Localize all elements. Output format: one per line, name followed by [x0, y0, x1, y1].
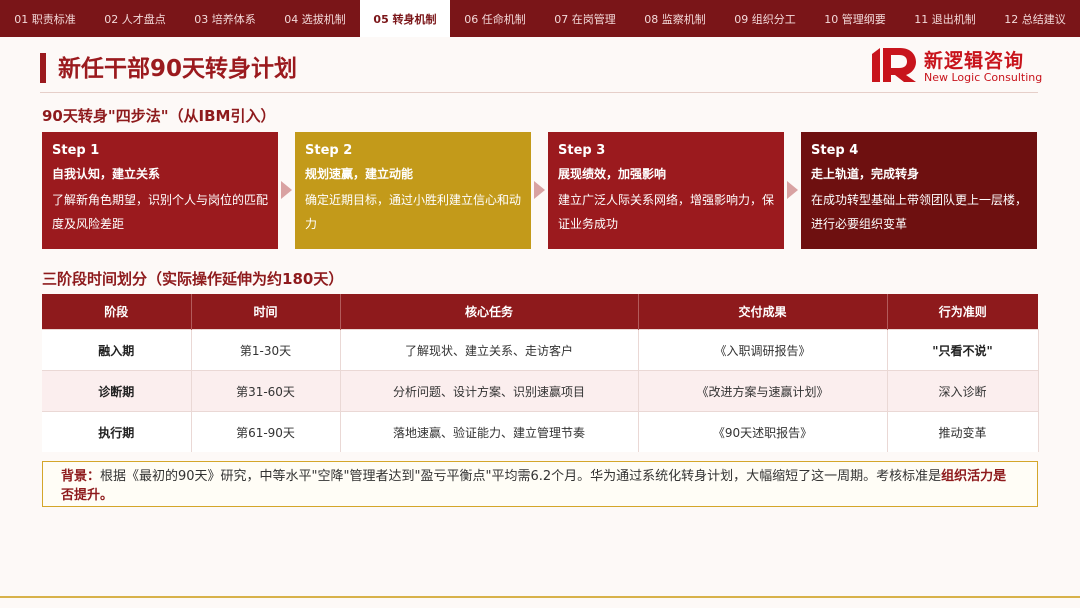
step-heading: 走上轨道，完成转身 [811, 167, 920, 181]
step-description: 确定近期目标，通过小胜利建立信心和动力 [305, 193, 522, 231]
table-cell: 融入期 [42, 329, 192, 371]
step-card-1: Step 1 自我认知，建立关系 了解新角色期望，识别个人与岗位的匹配度及风险差… [42, 132, 278, 249]
tab-summary[interactable]: 12 总结建议 [990, 0, 1080, 37]
tab-duty-standard[interactable]: 01 职责标准 [0, 0, 90, 37]
table-cell: 执行期 [42, 411, 192, 452]
table-row: 诊断期 第31-60天 分析问题、设计方案、识别速赢项目 《改进方案与速赢计划》… [42, 370, 1039, 412]
tab-talent-review[interactable]: 02 人才盘点 [90, 0, 180, 37]
column-header-core-task: 核心任务 [340, 294, 639, 330]
column-header-deliverable: 交付成果 [638, 294, 888, 330]
arrow-right-icon [534, 181, 545, 199]
company-logo: 新逻辑咨询 New Logic Consulting [870, 44, 1050, 90]
tab-supervision[interactable]: 08 监察机制 [630, 0, 720, 37]
tab-training-system[interactable]: 03 培养体系 [180, 0, 270, 37]
background-note: 背景：根据《最初的90天》研究，中等水平"空降"管理者达到"盈亏平衡点"平均需6… [42, 461, 1038, 507]
step-description: 了解新角色期望，识别个人与岗位的匹配度及风险差距 [52, 193, 269, 231]
step-number: Step 2 [305, 143, 353, 158]
note-lead: 背景： [61, 469, 101, 484]
logo-english-name: New Logic Consulting [924, 71, 1043, 84]
step-number: Step 1 [52, 143, 100, 158]
column-header-time: 时间 [191, 294, 341, 330]
arrow-right-icon [787, 181, 798, 199]
table-cell: "只看不说" [887, 329, 1039, 371]
step-card-3: Step 3 展现绩效，加强影响 建立广泛人际关系网络，增强影响力，保证业务成功 [548, 132, 784, 249]
tab-on-duty-management[interactable]: 07 在岗管理 [540, 0, 630, 37]
table-cell: 《入职调研报告》 [638, 329, 888, 371]
page-title: 新任干部90天转身计划 [58, 56, 298, 82]
phase-table: 阶段 时间 核心任务 交付成果 行为准则 融入期 第1-30天 了解现状、建立关… [42, 294, 1039, 452]
section-title-four-steps: 90天转身"四步法"（从IBM引入） [42, 107, 276, 125]
tab-exit[interactable]: 11 退出机制 [900, 0, 990, 37]
table-cell: 第1-30天 [191, 329, 341, 371]
logo-chinese-name: 新逻辑咨询 [924, 50, 1025, 72]
step-description: 建立广泛人际关系网络，增强影响力，保证业务成功 [558, 193, 775, 231]
column-header-behavior: 行为准则 [887, 294, 1038, 330]
table-cell: 《改进方案与速赢计划》 [638, 370, 888, 412]
tab-appointment[interactable]: 06 任命机制 [450, 0, 540, 37]
tab-selection[interactable]: 04 选拔机制 [270, 0, 360, 37]
title-accent-bar [40, 53, 46, 83]
table-cell: 诊断期 [42, 370, 192, 412]
step-heading: 自我认知，建立关系 [52, 167, 161, 181]
table-cell: 深入诊断 [887, 370, 1039, 412]
table-cell: 分析问题、设计方案、识别速赢项目 [340, 370, 639, 412]
step-card-2: Step 2 规划速赢，建立动能 确定近期目标，通过小胜利建立信心和动力 [295, 132, 531, 249]
table-row: 执行期 第61-90天 落地速赢、验证能力、建立管理节奏 《90天述职报告》 推… [42, 411, 1039, 452]
tab-transition[interactable]: 05 转身机制 [360, 0, 450, 37]
step-heading: 展现绩效，加强影响 [558, 167, 667, 181]
table-cell: 第31-60天 [191, 370, 341, 412]
top-nav: 01 职责标准 02 人才盘点 03 培养体系 04 选拔机制 05 转身机制 … [0, 0, 1080, 37]
note-body: 根据《最初的90天》研究，中等水平"空降"管理者达到"盈亏平衡点"平均需6.2个… [100, 469, 942, 484]
header-divider [40, 92, 1038, 93]
step-heading: 规划速赢，建立动能 [305, 167, 414, 181]
table-cell: 第61-90天 [191, 411, 341, 452]
table-row: 融入期 第1-30天 了解现状、建立关系、走访客户 《入职调研报告》 "只看不说… [42, 329, 1039, 371]
step-number: Step 4 [811, 143, 859, 158]
table-cell: 推动变革 [887, 411, 1039, 452]
arrow-right-icon [281, 181, 292, 199]
logo-mark-icon [872, 48, 916, 82]
tab-organization[interactable]: 09 组织分工 [720, 0, 810, 37]
column-header-phase: 阶段 [42, 294, 192, 330]
section-title-three-phases: 三阶段时间划分（实际操作延伸为约180天） [42, 270, 344, 288]
step-card-4: Step 4 走上轨道，完成转身 在成功转型基础上带领团队更上一层楼，进行必要组… [801, 132, 1037, 249]
step-description: 在成功转型基础上带领团队更上一层楼，进行必要组织变革 [811, 193, 1028, 231]
table-cell: 落地速赢、验证能力、建立管理节奏 [340, 411, 639, 452]
step-number: Step 3 [558, 143, 606, 158]
footer-line [0, 596, 1080, 598]
tab-management-outline[interactable]: 10 管理纲要 [810, 0, 900, 37]
table-header-row: 阶段 时间 核心任务 交付成果 行为准则 [42, 294, 1038, 330]
table-cell: 《90天述职报告》 [638, 411, 888, 452]
table-cell: 了解现状、建立关系、走访客户 [340, 329, 639, 371]
